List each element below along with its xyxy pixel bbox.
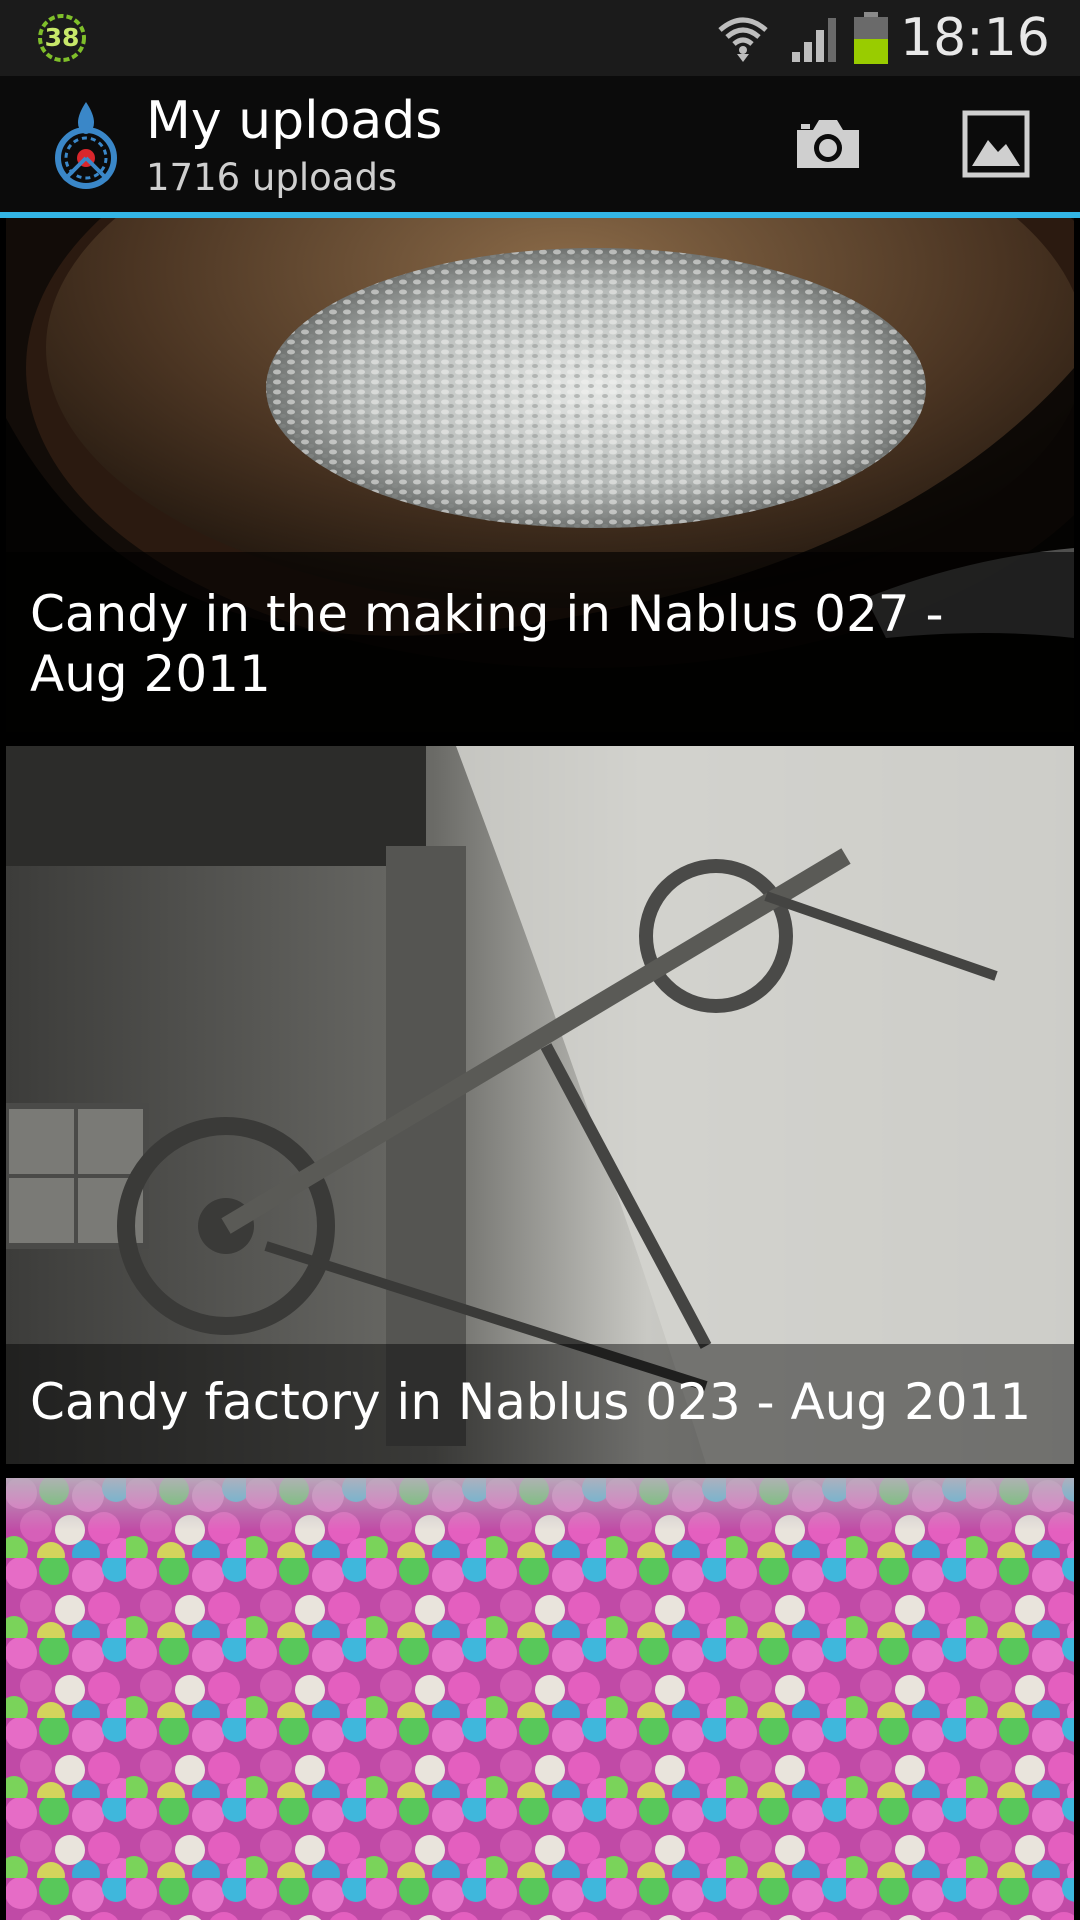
upload-caption: Candy in the making in Nablus 027 - Aug … <box>30 585 944 703</box>
screen: 38 18:16 My uploads 1716 uploads Candy i… <box>0 0 1080 1920</box>
battery-icon <box>854 12 888 64</box>
notification-count: 38 <box>44 23 80 52</box>
gallery-icon <box>962 110 1030 178</box>
gallery-button[interactable] <box>948 104 1044 184</box>
caption-band: Candy in the making in Nablus 027 - Aug … <box>6 552 1074 732</box>
camera-icon <box>797 120 859 168</box>
upload-count: 1716 uploads <box>146 156 398 199</box>
caption-band: Candy factory in Nablus 023 - Aug 2011 <box>6 1344 1074 1464</box>
upload-card[interactable]: Candy factory in Nablus 023 - Aug 2011 <box>6 746 1074 1464</box>
notification-badge-icon: 38 <box>36 12 88 64</box>
camera-button[interactable] <box>780 104 876 184</box>
upload-card[interactable]: Candy in the making in Nablus 027 - Aug … <box>6 218 1074 732</box>
page-title: My uploads <box>146 91 443 151</box>
upload-card[interactable] <box>6 1478 1074 1920</box>
wifi-icon <box>718 17 768 62</box>
status-bar: 38 18:16 <box>0 0 1080 76</box>
status-clock: 18:16 <box>900 8 1050 68</box>
upload-caption: Candy factory in Nablus 023 - Aug 2011 <box>30 1373 1032 1431</box>
action-bar: My uploads 1716 uploads <box>0 76 1080 212</box>
colorful-candy-balls-photo <box>6 1478 1074 1920</box>
signal-icon <box>792 18 836 62</box>
wikimedia-commons-logo-icon[interactable] <box>50 100 122 192</box>
